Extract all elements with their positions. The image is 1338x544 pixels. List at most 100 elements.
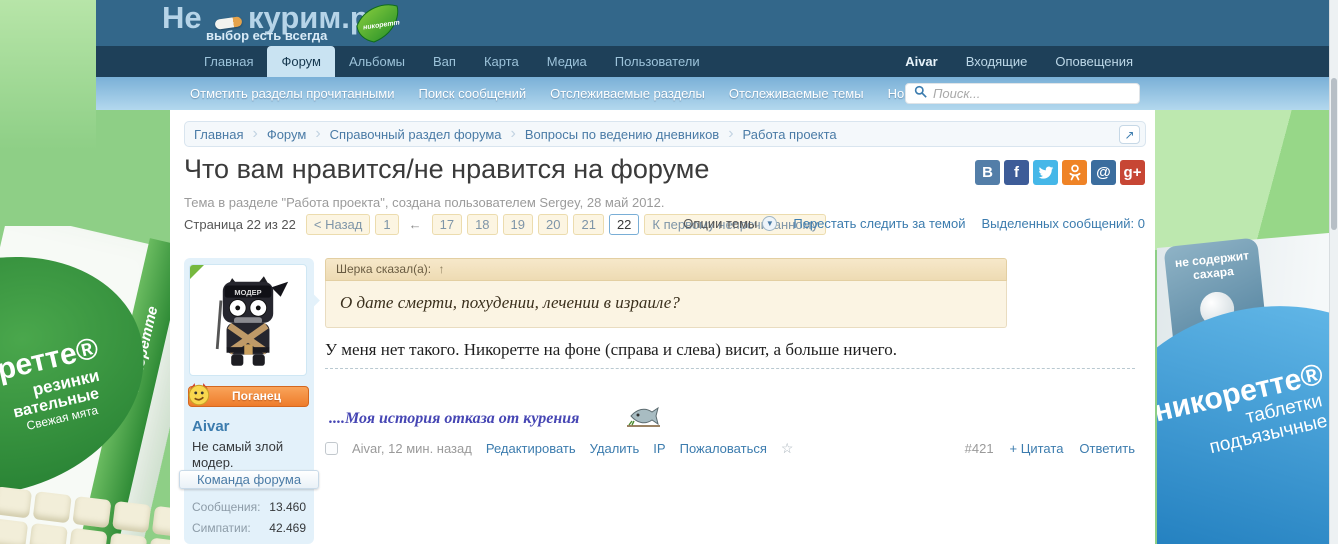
facebook-share-button[interactable]: f (1004, 160, 1029, 185)
subnav-watched-threads[interactable]: Отслеживаемые темы (729, 86, 864, 101)
thread-options[interactable]: Опции темы ▼ (683, 216, 778, 231)
pagination-page-19[interactable]: 19 (502, 214, 533, 235)
stat-messages: Сообщения: 13.460 (192, 500, 306, 521)
unfollow-thread-link[interactable]: Перестать следить за темой (793, 216, 965, 231)
pagination-page-18[interactable]: 18 (467, 214, 498, 235)
header-band: Не курим.ру выбор есть всегда никоретте (96, 0, 1338, 46)
social-share-buttons: В f @ g+ (975, 160, 1145, 185)
quote-button[interactable]: + Цитата (1010, 441, 1064, 456)
edit-link[interactable]: Редактировать (486, 441, 576, 456)
pagination-page-20[interactable]: 20 (538, 214, 569, 235)
account-username-link[interactable]: Aivar (905, 54, 938, 69)
odnoklassniki-share-button[interactable] (1062, 160, 1087, 185)
breadcrumb-help-section[interactable]: Справочный раздел форума (321, 127, 511, 142)
tab-media[interactable]: Медиа (533, 46, 601, 77)
odnoklassniki-person-icon (1068, 164, 1081, 181)
chevron-down-icon[interactable]: ▼ (762, 216, 778, 231)
thread-options-label: Опции темы (683, 216, 758, 231)
team-banner: Команда форума (179, 470, 319, 489)
tab-glavnaya[interactable]: Главная (190, 46, 267, 77)
post-author-time[interactable]: Aivar, 12 мин. назад (352, 441, 472, 456)
vk-share-button[interactable]: В (975, 160, 1000, 185)
tab-karta[interactable]: Карта (470, 46, 533, 77)
post-number[interactable]: #421 (965, 441, 994, 456)
subnav-mark-read[interactable]: Отметить разделы прочитанными (190, 86, 394, 101)
signature-link[interactable]: ....Моя история отказа от курения (329, 410, 579, 428)
thread-subtitle: Тема в разделе "Работа проекта", создана… (184, 195, 665, 210)
pagination-back-button[interactable]: < Назад (305, 214, 371, 235)
post-message: Шерка сказал(а): ↑ О дате смерти, похуде… (325, 256, 1135, 536)
scrollbar[interactable] (1329, 0, 1338, 544)
select-post-checkbox[interactable] (325, 442, 338, 455)
right-product-ad: не содержит сахара никоретте® таблетки п… (1157, 230, 1330, 544)
breadcrumb-forum[interactable]: Форум (258, 127, 316, 142)
page: никоретте ретте® резинки вательные Свежа… (0, 0, 1338, 544)
post-footer: Aivar, 12 мин. назад Редактировать Удали… (325, 440, 1135, 457)
subnav-links: Отметить разделы прочитанными Поиск сооб… (190, 77, 999, 110)
tab-albomy[interactable]: Альбомы (335, 46, 419, 77)
content-area: Главная › Форум › Справочный раздел фору… (170, 110, 1155, 544)
selected-messages-link[interactable]: Выделенных сообщений: 0 (981, 216, 1145, 231)
nicorette-leaf-logo: никоретте (354, 2, 404, 49)
mailru-share-button[interactable]: @ (1091, 160, 1116, 185)
search-input[interactable] (933, 86, 1131, 101)
scrollbar-thumb[interactable] (1331, 78, 1337, 230)
twitter-share-button[interactable] (1033, 160, 1058, 185)
rank-badge-label: Поганец (232, 389, 281, 403)
pagination-current-page[interactable]: 22 (608, 214, 640, 235)
rank-badge: Поганец (188, 383, 309, 407)
panel-bubble-arrow (307, 294, 320, 307)
nav-tabs: Главная Форум Альбомы Вап Карта Медиа По… (190, 46, 714, 77)
pagination-page-21[interactable]: 21 (573, 214, 604, 235)
search-box[interactable] (905, 83, 1140, 104)
left-product-ad: никоретте ретте® резинки вательные Свежа… (0, 226, 178, 544)
stat-value[interactable]: 13.460 (269, 500, 306, 521)
stat-label: Сообщения: (192, 500, 261, 514)
background-wedge-right (1155, 110, 1338, 250)
quote-text: О дате смерти, похудении, лечении в изра… (325, 281, 1007, 328)
search-icon (914, 85, 927, 103)
breadcrumb-project-work[interactable]: Работа проекта (734, 127, 846, 142)
tab-forum[interactable]: Форум (267, 46, 335, 77)
stat-value[interactable]: 42.469 (269, 521, 306, 542)
devil-smiley-icon (186, 381, 212, 413)
breadcrumb-home[interactable]: Главная (185, 127, 252, 142)
delete-link[interactable]: Удалить (590, 441, 640, 456)
report-link[interactable]: Пожаловаться (680, 441, 767, 456)
subnav-search-messages[interactable]: Поиск сообщений (418, 86, 526, 101)
quote-header: Шерка сказал(а): ↑ (325, 258, 1007, 281)
alerts-link[interactable]: Оповещения (1055, 54, 1133, 69)
googleplus-share-button[interactable]: g+ (1120, 160, 1145, 185)
avatar[interactable]: МОДЕР (189, 264, 307, 376)
tab-vap[interactable]: Вап (419, 46, 470, 77)
quote-jump-arrow-icon[interactable]: ↑ (438, 262, 444, 276)
ip-link[interactable]: IP (653, 441, 665, 456)
fish-icon (627, 406, 661, 427)
tab-polzovateli[interactable]: Пользователи (601, 46, 714, 77)
ninja-cat-avatar: МОДЕР (215, 276, 289, 366)
breadcrumb-diary-questions[interactable]: Вопросы по ведению дневников (516, 127, 728, 142)
pagination-label: Страница 22 из 22 (184, 217, 296, 232)
stat-likes: Симпатии: 42.469 (192, 521, 306, 542)
breadcrumb: Главная › Форум › Справочный раздел фору… (184, 121, 1146, 147)
background-wedge-left (0, 0, 96, 150)
sub-nav: Отметить разделы прочитанными Поиск сооб… (96, 77, 1338, 110)
author-stats: Сообщения: 13.460 Симпатии: 42.469 Не ку… (192, 500, 306, 544)
subnav-watched-forums[interactable]: Отслеживаемые разделы (550, 86, 705, 101)
post-body-text: У меня нет такого. Никоретте на фоне (сп… (325, 340, 897, 359)
inbox-link[interactable]: Входящие (966, 54, 1028, 69)
pagination-page-1[interactable]: 1 (375, 214, 399, 235)
pagination-page-17[interactable]: 17 (431, 214, 463, 235)
tablet-pack-badge-label: не содержит сахара (1174, 248, 1250, 283)
main-nav: Главная Форум Альбомы Вап Карта Медиа По… (96, 46, 1338, 77)
breadcrumb-expand-icon[interactable]: ↗ (1119, 125, 1140, 144)
post-author-name[interactable]: Aivar (192, 418, 230, 435)
reply-button[interactable]: Ответить (1079, 441, 1135, 456)
avatar-headband-label: МОДЕР (234, 288, 261, 297)
stat-label: Симпатии: (192, 521, 251, 535)
star-icon[interactable]: ☆ (781, 440, 794, 457)
pagination-gap-arrow[interactable]: ← (404, 217, 427, 232)
twitter-bird-icon (1038, 166, 1053, 179)
logo-text-left[interactable]: Не (162, 0, 202, 36)
topic-tools: Опции темы ▼ Перестать следить за темой … (683, 216, 1145, 231)
